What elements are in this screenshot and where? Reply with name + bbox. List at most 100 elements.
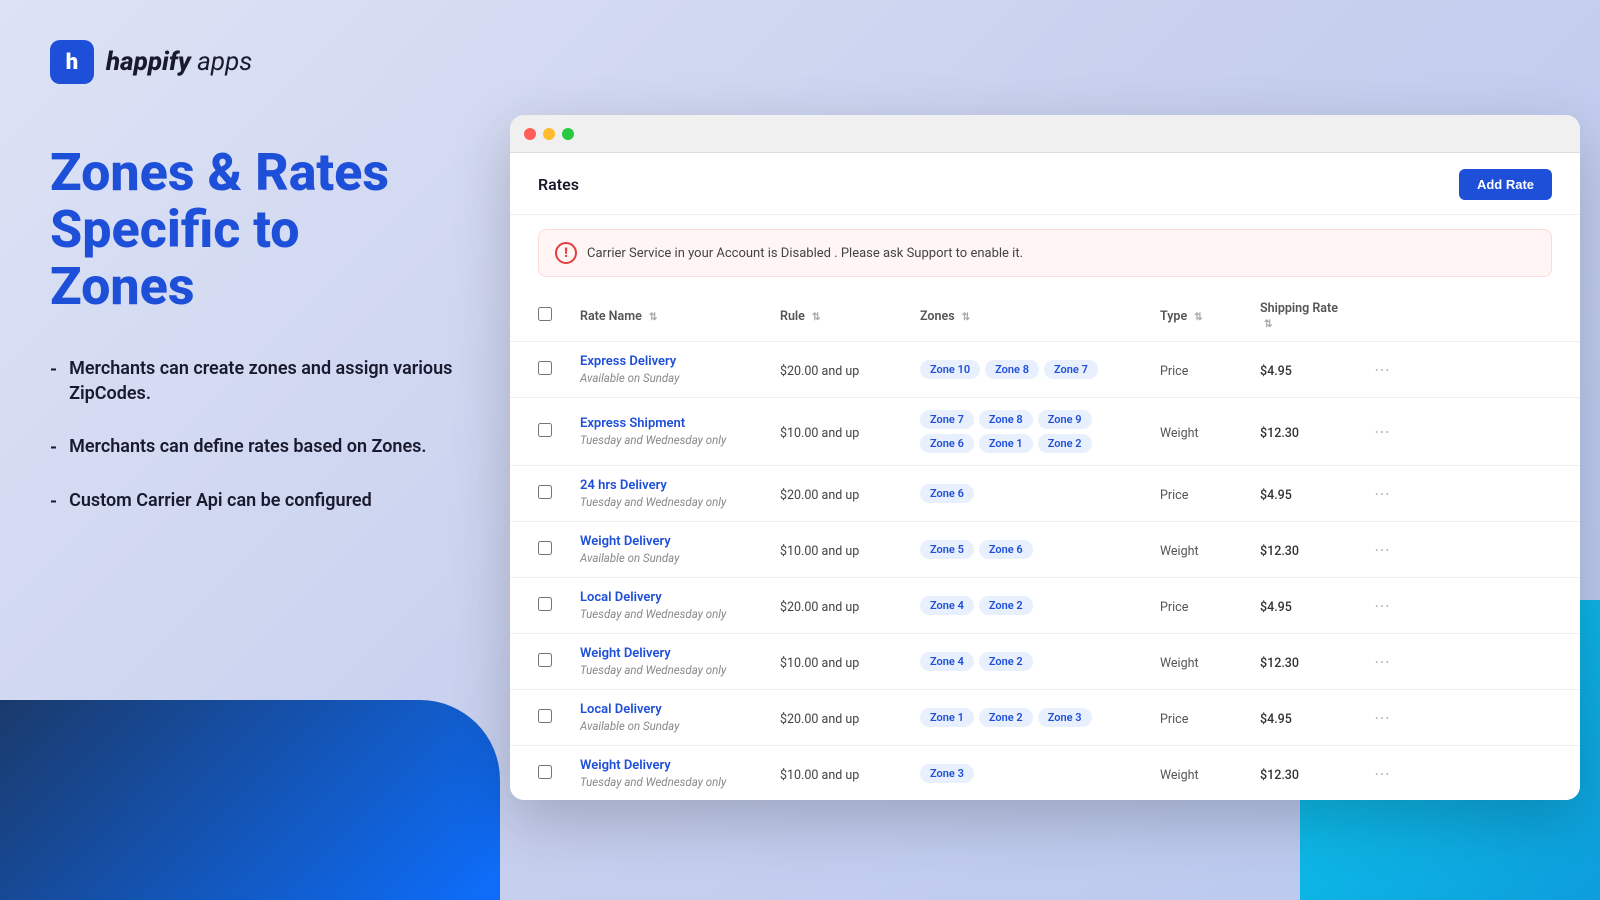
sort-type-icon: ⇅ — [1194, 312, 1202, 323]
zone-badge: Zone 6 — [979, 540, 1033, 559]
zone-badge: Zone 8 — [985, 360, 1039, 379]
zone-badge: Zone 2 — [979, 596, 1033, 615]
select-all-checkbox[interactable] — [538, 307, 552, 321]
rate-name-link-4[interactable]: Local Delivery — [580, 590, 752, 605]
th-checkbox — [510, 291, 566, 342]
type-text-0: Price — [1160, 364, 1188, 379]
logo-text: happify apps — [106, 47, 252, 77]
table-row: Express DeliveryAvailable on Sunday$20.0… — [510, 342, 1580, 398]
zones-cell-1: Zone 7Zone 8Zone 9Zone 6Zone 1Zone 2 — [920, 410, 1132, 453]
th-rule[interactable]: Rule ⇅ — [766, 291, 906, 342]
rate-sub-4: Tuesday and Wednesday only — [580, 607, 752, 621]
type-text-1: Weight — [1160, 426, 1199, 441]
zone-badge: Zone 2 — [979, 652, 1033, 671]
rate-name-link-1[interactable]: Express Shipment — [580, 416, 752, 431]
zones-cell-3: Zone 5Zone 6 — [920, 540, 1132, 559]
sort-rule-icon: ⇅ — [812, 312, 820, 323]
rate-sub-1: Tuesday and Wednesday only — [580, 433, 752, 447]
row-checkbox-7[interactable] — [538, 765, 552, 779]
zone-badge: Zone 10 — [920, 360, 980, 379]
row-checkbox-3[interactable] — [538, 541, 552, 555]
th-type[interactable]: Type ⇅ — [1146, 291, 1246, 342]
rates-header: Rates Add Rate — [510, 153, 1580, 215]
rate-name-link-7[interactable]: Weight Delivery — [580, 758, 752, 773]
rate-sub-3: Available on Sunday — [580, 551, 752, 565]
type-text-4: Price — [1160, 600, 1188, 615]
row-checkbox-5[interactable] — [538, 653, 552, 667]
zone-badge: Zone 9 — [1038, 410, 1092, 429]
zone-badge: Zone 8 — [979, 410, 1033, 429]
table-header: Rate Name ⇅ Rule ⇅ Zones ⇅ Type ⇅ Shippi… — [510, 291, 1580, 342]
type-text-2: Price — [1160, 488, 1188, 503]
table-row: Weight DeliveryTuesday and Wednesday onl… — [510, 746, 1580, 801]
zones-cell-2: Zone 6 — [920, 484, 1132, 503]
type-text-5: Weight — [1160, 656, 1199, 671]
bullet-list: Merchants can create zones and assign va… — [50, 356, 460, 515]
rate-name-link-3[interactable]: Weight Delivery — [580, 534, 752, 549]
row-actions-5[interactable]: ⋯ — [1370, 648, 1394, 675]
row-checkbox-6[interactable] — [538, 709, 552, 723]
logo-icon: h — [50, 40, 94, 84]
zones-cell-0: Zone 10Zone 8Zone 7 — [920, 360, 1132, 379]
zones-cell-5: Zone 4Zone 2 — [920, 652, 1132, 671]
row-actions-2[interactable]: ⋯ — [1370, 480, 1394, 507]
shipping-rate-0: $4.95 — [1260, 364, 1292, 379]
row-actions-7[interactable]: ⋯ — [1370, 760, 1394, 787]
add-rate-button[interactable]: Add Rate — [1459, 169, 1552, 200]
bullet-item-2: Merchants can define rates based on Zone… — [50, 434, 460, 460]
type-text-6: Price — [1160, 712, 1188, 727]
rate-name-link-0[interactable]: Express Delivery — [580, 354, 752, 369]
shipping-rate-6: $4.95 — [1260, 712, 1292, 727]
rate-sub-2: Tuesday and Wednesday only — [580, 495, 752, 509]
zone-badge: Zone 2 — [1038, 434, 1092, 453]
row-actions-0[interactable]: ⋯ — [1370, 356, 1394, 383]
row-checkbox-2[interactable] — [538, 485, 552, 499]
maximize-dot[interactable] — [562, 128, 574, 140]
row-actions-3[interactable]: ⋯ — [1370, 536, 1394, 563]
page-title: Rates — [538, 175, 579, 194]
th-rate-name[interactable]: Rate Name ⇅ — [566, 291, 766, 342]
minimize-dot[interactable] — [543, 128, 555, 140]
zone-badge: Zone 7 — [920, 410, 974, 429]
sort-rate-name-icon: ⇅ — [649, 312, 657, 323]
row-actions-1[interactable]: ⋯ — [1370, 418, 1394, 445]
type-text-7: Weight — [1160, 768, 1199, 783]
shipping-rate-1: $12.30 — [1260, 426, 1299, 441]
type-text-3: Weight — [1160, 544, 1199, 559]
alert-banner: ! Carrier Service in your Account is Dis… — [538, 229, 1552, 277]
bullet-item-3: Custom Carrier Api can be configured — [50, 488, 460, 514]
bullet-item-1: Merchants can create zones and assign va… — [50, 356, 460, 406]
rate-sub-6: Available on Sunday — [580, 719, 752, 733]
rates-table: Rate Name ⇅ Rule ⇅ Zones ⇅ Type ⇅ Shippi… — [510, 291, 1580, 800]
shipping-rate-7: $12.30 — [1260, 768, 1299, 783]
row-actions-4[interactable]: ⋯ — [1370, 592, 1394, 619]
browser-content: Rates Add Rate ! Carrier Service in your… — [510, 153, 1580, 800]
rate-name-link-6[interactable]: Local Delivery — [580, 702, 752, 717]
rate-name-link-2[interactable]: 24 hrs Delivery — [580, 478, 752, 493]
rate-sub-5: Tuesday and Wednesday only — [580, 663, 752, 677]
rule-text-6: $20.00 and up — [780, 712, 859, 727]
shipping-rate-3: $12.30 — [1260, 544, 1299, 559]
alert-icon: ! — [555, 242, 577, 264]
shipping-rate-5: $12.30 — [1260, 656, 1299, 671]
row-checkbox-0[interactable] — [538, 361, 552, 375]
table-row: Express Shipment Tuesday and Wednesday on… — [510, 398, 1580, 466]
sort-shipping-rate-icon: ⇅ — [1264, 319, 1272, 330]
rule-text-4: $20.00 and up — [780, 600, 859, 615]
zone-badge: Zone 2 — [979, 708, 1033, 727]
th-shipping-rate[interactable]: Shipping Rate ⇅ — [1246, 291, 1356, 342]
browser-window: Rates Add Rate ! Carrier Service in your… — [510, 115, 1580, 800]
rate-name-link-5[interactable]: Weight Delivery — [580, 646, 752, 661]
zone-badge: Zone 3 — [920, 764, 974, 783]
row-checkbox-4[interactable] — [538, 597, 552, 611]
left-panel: h happify apps Zones & Rates Specific to… — [0, 0, 510, 900]
row-actions-6[interactable]: ⋯ — [1370, 704, 1394, 731]
close-dot[interactable] — [524, 128, 536, 140]
zone-badge: Zone 6 — [920, 484, 974, 503]
th-zones[interactable]: Zones ⇅ — [906, 291, 1146, 342]
rule-text-3: $10.00 and up — [780, 544, 859, 559]
browser-titlebar — [510, 115, 1580, 153]
row-checkbox-1[interactable] — [538, 423, 552, 437]
table-body: Express Delivery Available on Sunday $20.0… — [510, 342, 1580, 801]
rule-text-2: $20.00 and up — [780, 488, 859, 503]
